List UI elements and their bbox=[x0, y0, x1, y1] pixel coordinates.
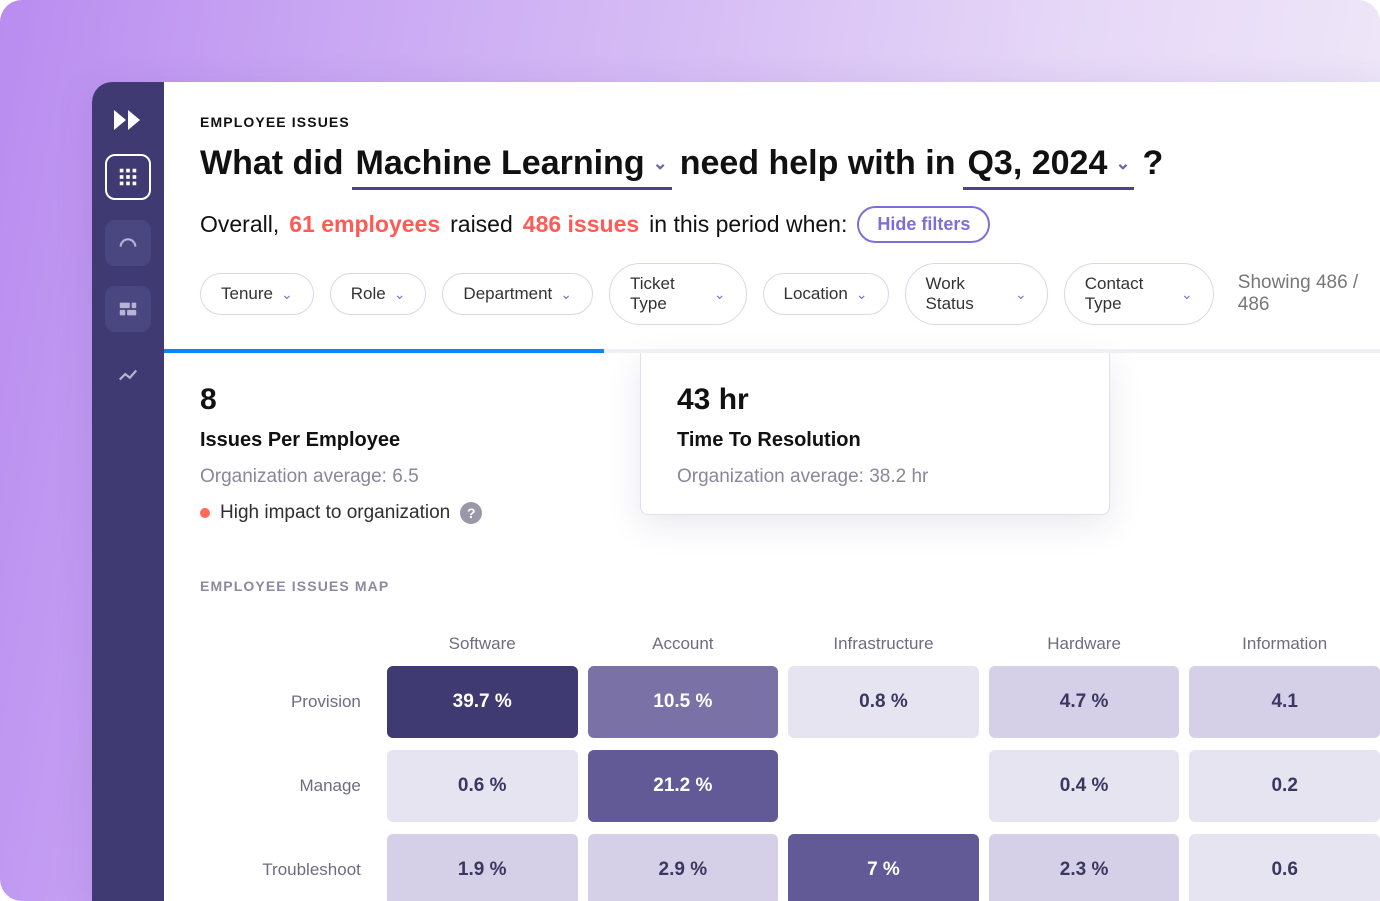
heatmap-row: Provision 39.7 % 10.5 % 0.8 % 4.7 % 4.1 bbox=[200, 666, 1380, 738]
chip-label: Department bbox=[463, 284, 552, 304]
heatmap-cell[interactable]: 0.8 % bbox=[788, 666, 979, 738]
nav-chart-icon[interactable] bbox=[105, 352, 151, 398]
filter-chip-ticket-type[interactable]: Ticket Type ⌄ bbox=[609, 263, 747, 325]
main-content: EMPLOYEE ISSUES What did Machine Learnin… bbox=[164, 82, 1380, 901]
heatmap-row-label: Provision bbox=[200, 692, 377, 712]
filter-chip-role[interactable]: Role ⌄ bbox=[330, 273, 427, 315]
summary-overall: Overall, bbox=[200, 211, 279, 238]
summary-tail: in this period when: bbox=[649, 211, 847, 238]
chevron-down-icon: ⌄ bbox=[856, 286, 868, 303]
chevron-down-icon: ⌄ bbox=[1115, 153, 1130, 174]
metric-card-time-to-resolution[interactable]: 43 hr Time To Resolution Organization av… bbox=[640, 353, 1110, 515]
chip-label: Tenure bbox=[221, 284, 273, 304]
heatmap-col-head: Information bbox=[1189, 634, 1380, 654]
metric-org-avg: Organization average: 6.5 bbox=[200, 466, 604, 488]
summary-line: Overall, 61 employees raised 486 issues … bbox=[200, 206, 1380, 243]
summary-employees: 61 employees bbox=[289, 211, 440, 238]
heatmap-row: Troubleshoot 1.9 % 2.9 % 7 % 2.3 % 0.6 bbox=[200, 834, 1380, 901]
impact-dot-icon bbox=[200, 508, 210, 518]
nav-gauge-icon[interactable] bbox=[105, 220, 151, 266]
metric-value: 43 hr bbox=[677, 383, 1073, 417]
heatmap-cell[interactable]: 4.7 % bbox=[989, 666, 1180, 738]
showing-count: Showing 486 / 486 bbox=[1238, 272, 1380, 316]
heatmap-cell[interactable]: 4.1 bbox=[1189, 666, 1380, 738]
heatmap-cell[interactable]: 21.2 % bbox=[588, 750, 779, 822]
chip-label: Role bbox=[351, 284, 386, 304]
heatmap-col-head: Account bbox=[588, 634, 779, 654]
chevron-down-icon: ⌄ bbox=[394, 286, 406, 303]
filter-chip-contact-type[interactable]: Contact Type ⌄ bbox=[1064, 263, 1214, 325]
heatmap-cell[interactable]: 0.6 % bbox=[387, 750, 578, 822]
heatmap-cell[interactable]: 7 % bbox=[788, 834, 979, 901]
tab-indicator-bar bbox=[164, 349, 1380, 353]
tab-indicator bbox=[164, 349, 604, 353]
heatmap-row-label: Troubleshoot bbox=[200, 860, 377, 880]
chevron-down-icon: ⌄ bbox=[1015, 286, 1027, 303]
filter-chip-department[interactable]: Department ⌄ bbox=[442, 273, 593, 315]
heatmap-col-head: Infrastructure bbox=[788, 634, 979, 654]
team-select-value: Machine Learning bbox=[356, 144, 645, 183]
metric-label: Time To Resolution bbox=[677, 429, 1073, 452]
heatmap-header-row: . Software Account Infrastructure Hardwa… bbox=[200, 634, 1380, 654]
heatmap-row-label: Manage bbox=[200, 776, 377, 796]
heatmap-cell[interactable]: 0.6 bbox=[1189, 834, 1380, 901]
filter-chip-tenure[interactable]: Tenure ⌄ bbox=[200, 273, 314, 315]
heatmap-col-head: Hardware bbox=[989, 634, 1180, 654]
heatmap-cell[interactable]: 2.9 % bbox=[588, 834, 779, 901]
summary-issues: 486 issues bbox=[523, 211, 639, 238]
team-select[interactable]: Machine Learning ⌄ bbox=[352, 144, 672, 190]
app-window: EMPLOYEE ISSUES What did Machine Learnin… bbox=[92, 82, 1380, 901]
heatmap-row: Manage 0.6 % 21.2 % 0.4 % 0.2 bbox=[200, 750, 1380, 822]
filter-row: Tenure ⌄ Role ⌄ Department ⌄ Ticket Type ⌄ L… bbox=[200, 263, 1380, 325]
map-eyebrow: EMPLOYEE ISSUES MAP bbox=[200, 578, 1380, 594]
headline-prefix: What did bbox=[200, 144, 344, 183]
nav-grid-icon[interactable] bbox=[105, 154, 151, 200]
chip-label: Work Status bbox=[926, 274, 1007, 314]
filter-chip-location[interactable]: Location ⌄ bbox=[763, 273, 889, 315]
period-select-value: Q3, 2024 bbox=[967, 144, 1107, 183]
chip-label: Ticket Type bbox=[630, 274, 706, 314]
nav-layout-icon[interactable] bbox=[105, 286, 151, 332]
impact-text: High impact to organization bbox=[220, 502, 450, 524]
page-headline: What did Machine Learning ⌄ need help wi… bbox=[200, 144, 1380, 190]
metric-impact: High impact to organization ? bbox=[200, 502, 604, 524]
issues-heatmap: . Software Account Infrastructure Hardwa… bbox=[200, 634, 1380, 901]
summary-raised: raised bbox=[450, 211, 513, 238]
heatmap-col-head: Software bbox=[387, 634, 578, 654]
chip-label: Location bbox=[784, 284, 848, 304]
hide-filters-button[interactable]: Hide filters bbox=[857, 206, 990, 243]
headline-suffix: ? bbox=[1142, 144, 1163, 183]
chevron-down-icon: ⌄ bbox=[281, 286, 293, 303]
heatmap-cell[interactable]: 1.9 % bbox=[387, 834, 578, 901]
heatmap-cell[interactable]: 39.7 % bbox=[387, 666, 578, 738]
metric-label: Issues Per Employee bbox=[200, 429, 604, 452]
logo-icon bbox=[112, 106, 144, 134]
heatmap-cell[interactable]: 0.2 bbox=[1189, 750, 1380, 822]
metric-value: 8 bbox=[200, 383, 604, 417]
heatmap-cell[interactable]: 0.4 % bbox=[989, 750, 1180, 822]
metric-org-avg: Organization average: 38.2 hr bbox=[677, 466, 1073, 488]
chevron-down-icon: ⌄ bbox=[653, 153, 668, 174]
metric-cards: 8 Issues Per Employee Organization avera… bbox=[200, 353, 1380, 550]
page-eyebrow: EMPLOYEE ISSUES bbox=[200, 114, 1380, 130]
metric-card-issues-per-employee[interactable]: 8 Issues Per Employee Organization avera… bbox=[200, 353, 640, 550]
period-select[interactable]: Q3, 2024 ⌄ bbox=[963, 144, 1134, 190]
heatmap-cell[interactable]: 2.3 % bbox=[989, 834, 1180, 901]
sidebar bbox=[92, 82, 164, 901]
filter-chip-work-status[interactable]: Work Status ⌄ bbox=[905, 263, 1048, 325]
heatmap-cell[interactable] bbox=[788, 750, 979, 822]
chevron-down-icon: ⌄ bbox=[714, 286, 726, 303]
chevron-down-icon: ⌄ bbox=[1181, 286, 1193, 303]
chevron-down-icon: ⌄ bbox=[560, 286, 572, 303]
headline-mid: need help with in bbox=[680, 144, 956, 183]
heatmap-cell[interactable]: 10.5 % bbox=[588, 666, 779, 738]
chip-label: Contact Type bbox=[1085, 274, 1173, 314]
help-icon[interactable]: ? bbox=[460, 502, 482, 524]
